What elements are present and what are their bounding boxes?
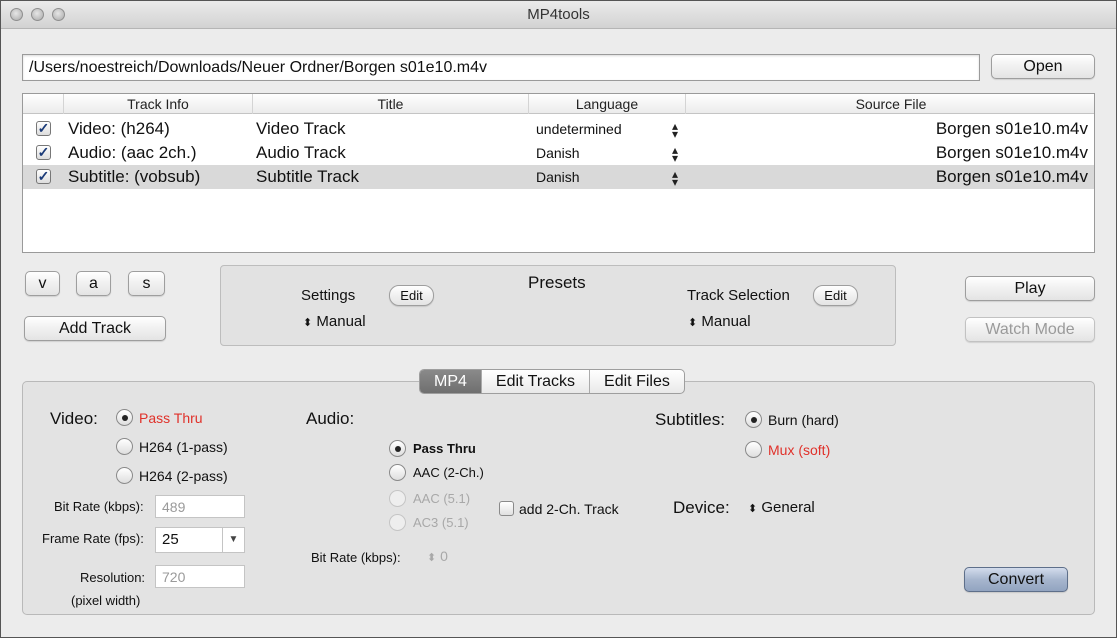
presets-title: Presets bbox=[528, 273, 586, 292]
header-checkbox-column[interactable] bbox=[23, 94, 63, 114]
subtitles-burn-radio[interactable] bbox=[745, 411, 762, 428]
video-h264-2pass-radio[interactable] bbox=[116, 467, 133, 484]
track-table: Track Info Title Language Source File ✓ … bbox=[22, 93, 1095, 253]
subtitles-section-label: Subtitles: bbox=[655, 410, 725, 429]
table-row[interactable]: ✓ Audio: (aac 2ch.) Audio Track Danish ▴… bbox=[23, 141, 1094, 165]
add-2ch-track-label: add 2-Ch. Track bbox=[519, 501, 619, 517]
open-button[interactable]: Open bbox=[991, 54, 1095, 79]
video-h264-1pass-label: H264 (1-pass) bbox=[139, 439, 228, 455]
audio-bitrate-stepper[interactable]: ⬍ 0 bbox=[427, 548, 448, 564]
title-bar: MP4tools bbox=[1, 1, 1116, 29]
track-source-cell: Borgen s01e10.m4v bbox=[935, 119, 1088, 138]
resolution-note: (pixel width) bbox=[71, 593, 141, 608]
video-h264-1pass-radio[interactable] bbox=[116, 438, 133, 455]
audio-aac-51-radio[interactable] bbox=[389, 490, 406, 507]
language-stepper-icon[interactable]: ▴ ▾ bbox=[672, 120, 678, 140]
track-enabled-checkbox[interactable]: ✓ bbox=[36, 145, 51, 160]
table-row[interactable]: ✓ Subtitle: (vobsub) Subtitle Track Dani… bbox=[23, 165, 1094, 189]
stepper-icon: ⬍ bbox=[688, 317, 698, 329]
tab-edit-tracks[interactable]: Edit Tracks bbox=[480, 370, 589, 393]
track-selection-preset-select[interactable]: ⬍ Manual bbox=[688, 313, 751, 330]
window-title: MP4tools bbox=[527, 6, 590, 23]
watch-mode-button[interactable]: Watch Mode bbox=[965, 317, 1095, 342]
frame-rate-combobox[interactable]: 25 ▼ bbox=[155, 527, 245, 553]
mp4-settings-panel: Video: Pass Thru H264 (1-pass) H264 (2-p… bbox=[22, 381, 1095, 615]
add-track-button[interactable]: Add Track bbox=[24, 316, 166, 341]
settings-preset-select[interactable]: ⬍ Manual bbox=[303, 313, 366, 330]
presets-panel: Presets Settings Edit ⬍ Manual Track Sel… bbox=[220, 265, 896, 346]
audio-ac3-51-radio[interactable] bbox=[389, 514, 406, 531]
header-title[interactable]: Title bbox=[252, 94, 528, 114]
file-path-field[interactable]: /Users/noestreich/Downloads/Neuer Ordner… bbox=[22, 54, 980, 81]
language-stepper-icon[interactable]: ▴ ▾ bbox=[672, 144, 678, 164]
device-select[interactable]: ⬍ General bbox=[748, 499, 815, 516]
audio-bitrate-label: Bit Rate (kbps): bbox=[311, 550, 401, 565]
app-window: MP4tools /Users/noestreich/Downloads/Neu… bbox=[0, 0, 1117, 638]
audio-ac3-51-label: AC3 (5.1) bbox=[413, 515, 469, 530]
settings-label: Settings bbox=[301, 287, 356, 304]
stepper-icon: ⬍ bbox=[303, 317, 313, 329]
track-info-cell: Video: (h264) bbox=[68, 119, 170, 138]
track-title-cell[interactable]: Audio Track bbox=[256, 141, 346, 165]
resolution-label: Resolution: bbox=[80, 570, 146, 585]
video-h264-2pass-label: H264 (2-pass) bbox=[139, 468, 228, 484]
video-track-button[interactable]: v bbox=[25, 271, 60, 296]
video-section-label: Video: bbox=[50, 409, 98, 428]
stepper-icon: ⬍ bbox=[748, 503, 758, 515]
convert-button[interactable]: Convert bbox=[964, 567, 1068, 592]
tab-mp4[interactable]: MP4 bbox=[420, 370, 481, 393]
add-2ch-track-checkbox[interactable] bbox=[499, 501, 514, 516]
track-selection-label: Track Selection bbox=[687, 287, 790, 304]
track-info-cell: Subtitle: (vobsub) bbox=[68, 167, 201, 186]
settings-edit-button[interactable]: Edit bbox=[389, 285, 434, 306]
video-bitrate-label: Bit Rate (kbps): bbox=[54, 499, 144, 514]
track-table-header: Track Info Title Language Source File bbox=[23, 94, 1094, 114]
header-source-file[interactable]: Source File bbox=[685, 94, 1096, 114]
header-language[interactable]: Language bbox=[528, 94, 685, 114]
video-bitrate-field[interactable]: 489 bbox=[155, 495, 245, 518]
header-track-info[interactable]: Track Info bbox=[63, 94, 252, 114]
subtitles-mux-radio[interactable] bbox=[745, 441, 762, 458]
track-title-cell[interactable]: Video Track bbox=[256, 117, 345, 141]
subtitles-burn-label: Burn (hard) bbox=[768, 412, 839, 428]
dropdown-arrow-icon[interactable]: ▼ bbox=[222, 528, 244, 552]
track-source-cell: Borgen s01e10.m4v bbox=[935, 167, 1088, 186]
track-enabled-checkbox[interactable]: ✓ bbox=[36, 169, 51, 184]
audio-pass-thru-label: Pass Thru bbox=[413, 441, 476, 456]
frame-rate-label: Frame Rate (fps): bbox=[42, 531, 144, 546]
subtitle-track-button[interactable]: s bbox=[128, 271, 165, 296]
video-pass-thru-label: Pass Thru bbox=[139, 410, 203, 426]
audio-pass-thru-radio[interactable] bbox=[389, 440, 406, 457]
language-stepper-icon[interactable]: ▴ ▾ bbox=[672, 168, 678, 188]
play-button[interactable]: Play bbox=[965, 276, 1095, 301]
audio-aac-2ch-label: AAC (2-Ch.) bbox=[413, 465, 484, 480]
track-info-cell: Audio: (aac 2ch.) bbox=[68, 143, 197, 162]
subtitles-mux-label: Mux (soft) bbox=[768, 442, 831, 458]
video-pass-thru-radio[interactable] bbox=[116, 409, 133, 426]
tab-edit-files[interactable]: Edit Files bbox=[589, 370, 684, 393]
track-language-select[interactable]: undetermined bbox=[536, 117, 622, 141]
track-language-select[interactable]: Danish bbox=[536, 165, 580, 189]
audio-section-label: Audio: bbox=[306, 409, 355, 428]
view-tabs: MP4 Edit Tracks Edit Files bbox=[419, 369, 685, 394]
audio-aac-51-label: AAC (5.1) bbox=[413, 491, 471, 506]
resolution-field[interactable]: 720 bbox=[155, 565, 245, 588]
track-title-cell[interactable]: Subtitle Track bbox=[256, 165, 359, 189]
table-row[interactable]: ✓ Video: (h264) Video Track undetermined… bbox=[23, 117, 1094, 141]
audio-aac-2ch-radio[interactable] bbox=[389, 464, 406, 481]
track-enabled-checkbox[interactable]: ✓ bbox=[36, 121, 51, 136]
device-label: Device: bbox=[673, 498, 730, 517]
audio-track-button[interactable]: a bbox=[76, 271, 111, 296]
stepper-icon: ⬍ bbox=[427, 552, 437, 564]
track-language-select[interactable]: Danish bbox=[536, 141, 580, 165]
track-source-cell: Borgen s01e10.m4v bbox=[935, 143, 1088, 162]
track-selection-edit-button[interactable]: Edit bbox=[813, 285, 858, 306]
